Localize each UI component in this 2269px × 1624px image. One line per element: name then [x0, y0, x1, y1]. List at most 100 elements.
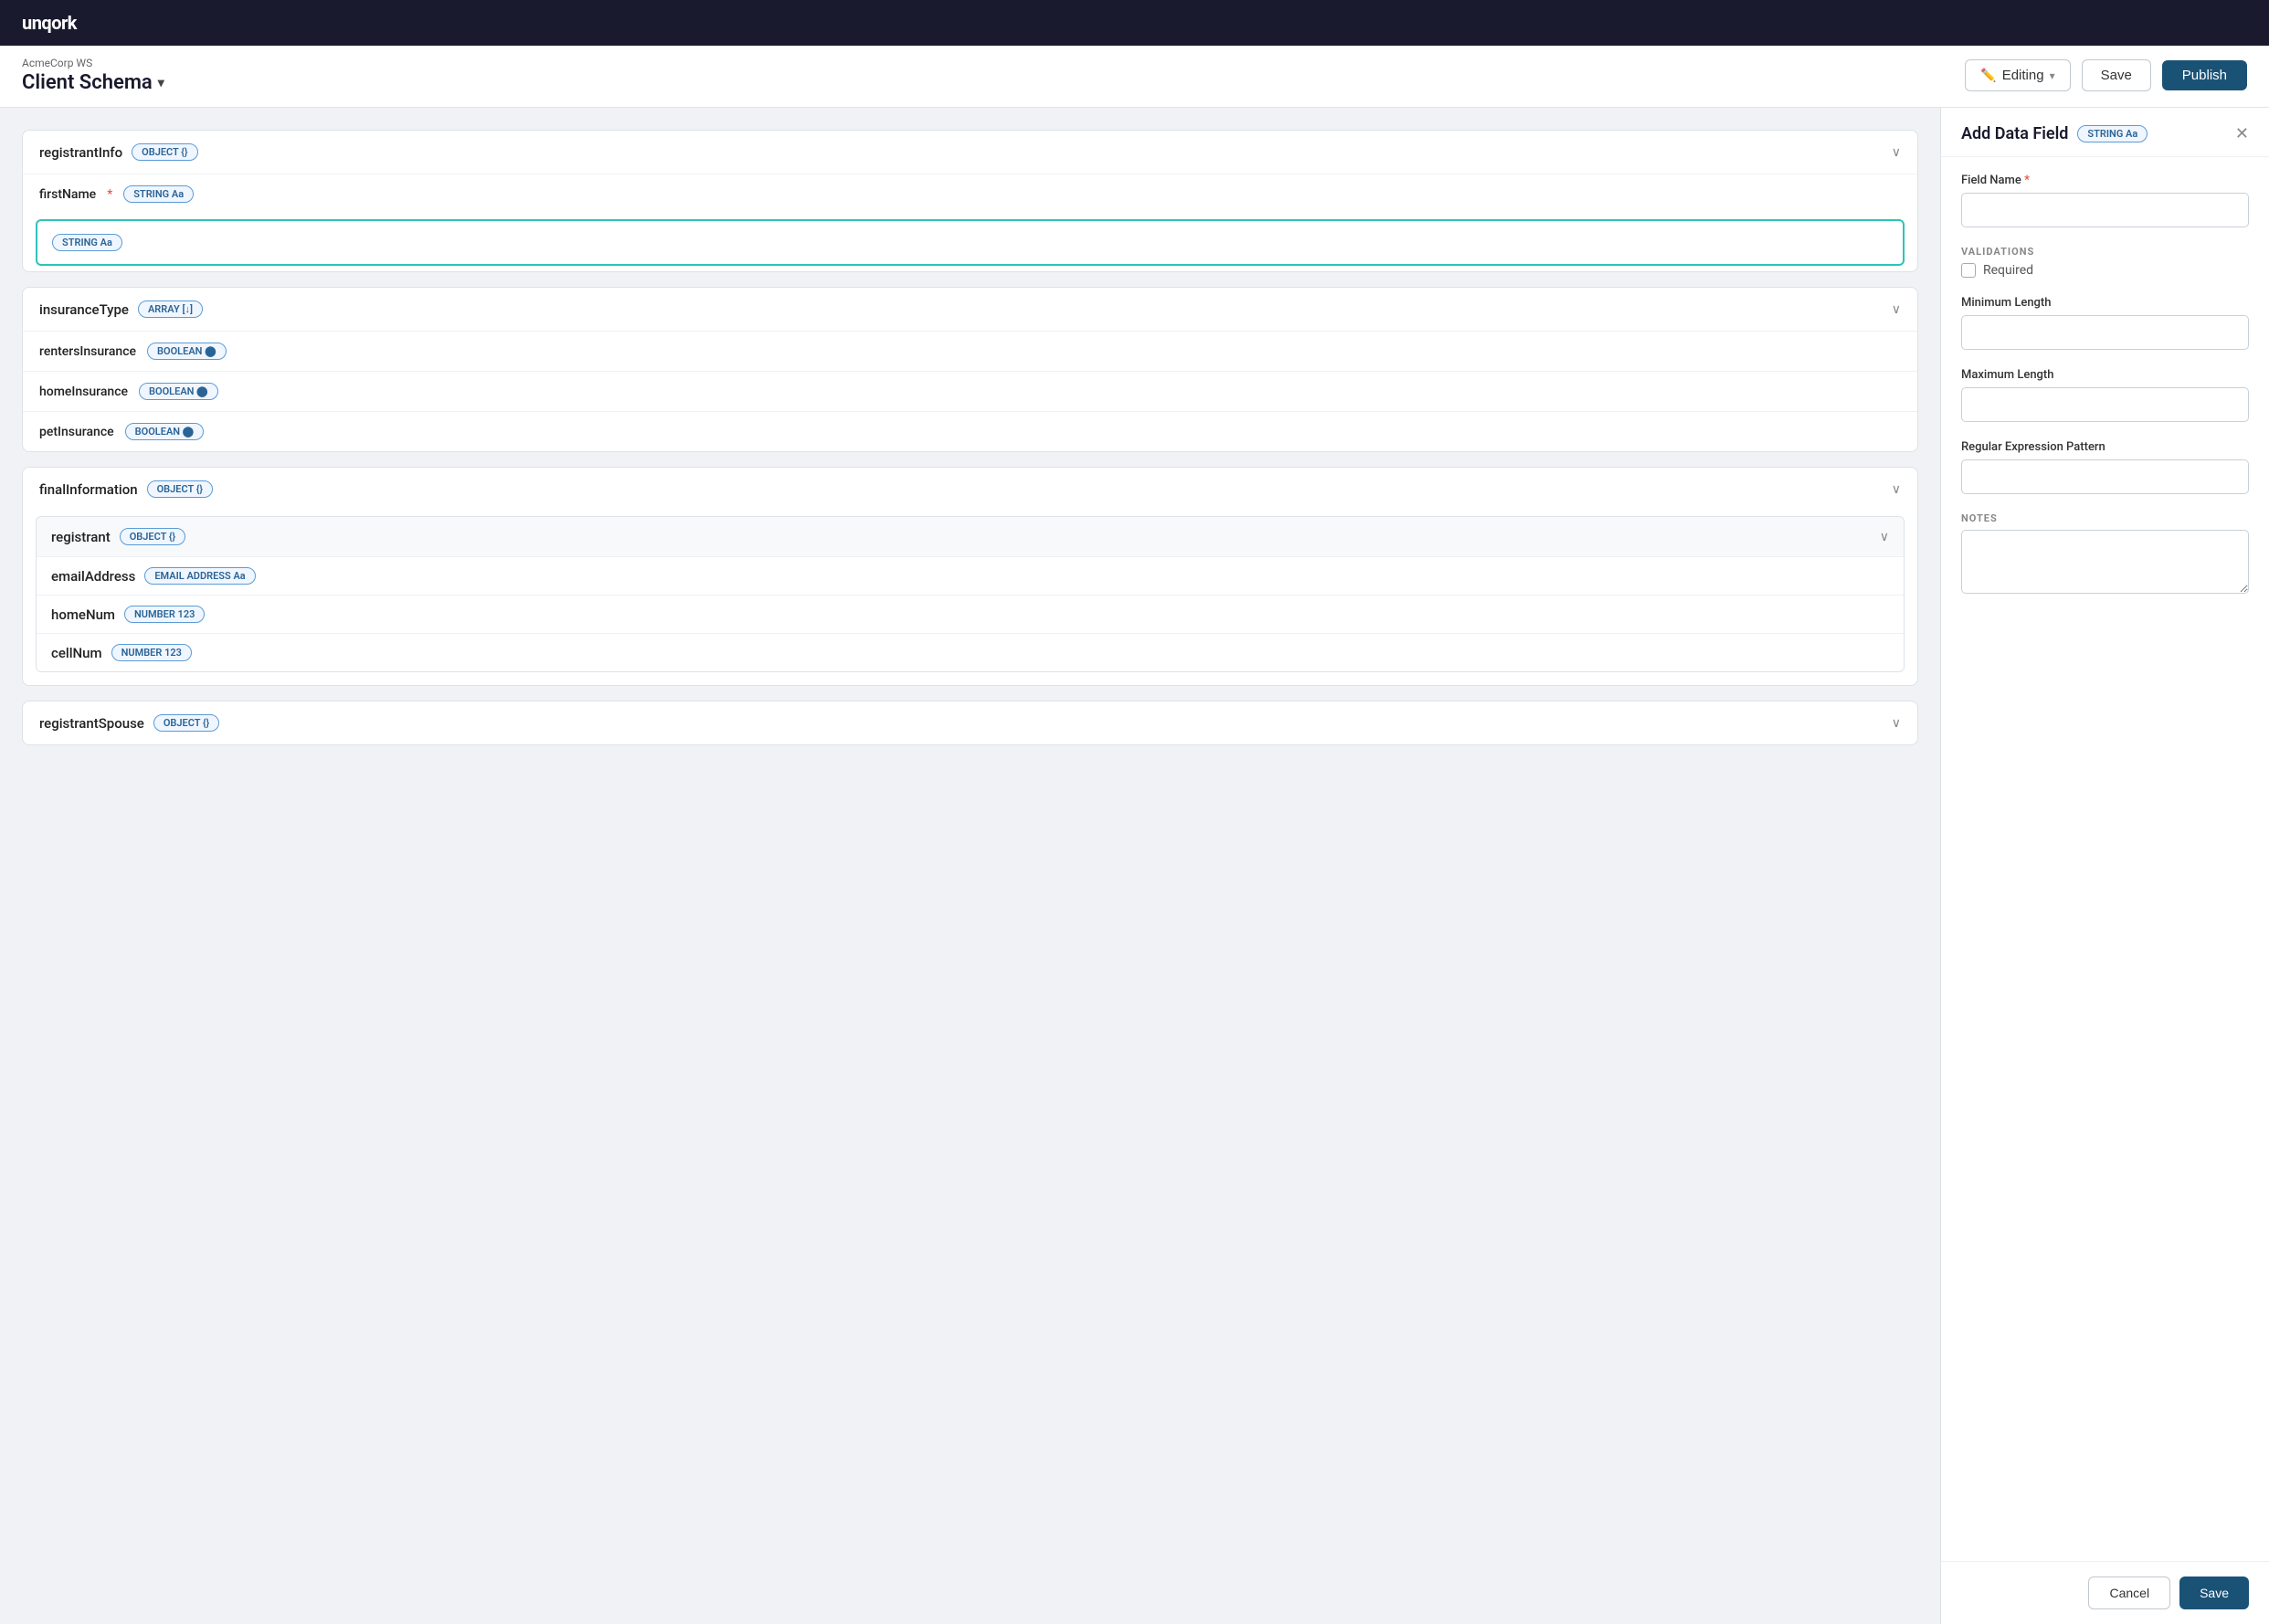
collapse-icon-spouse[interactable]: ∨ — [1892, 716, 1901, 731]
editing-label: Editing — [2002, 68, 2044, 83]
type-badge-boolean-pet: BOOLEAN ⬤ — [125, 423, 204, 440]
field-name-registrantInfo: registrantInfo — [39, 144, 122, 161]
required-star: * — [107, 187, 112, 202]
publish-button[interactable]: Publish — [2162, 60, 2247, 90]
field-name-home: homeInsurance — [39, 385, 128, 399]
save-field-button[interactable]: Save — [2179, 1577, 2249, 1609]
field-name-firstName: firstName — [39, 187, 96, 202]
field-row-emailAddress: emailAddress EMAIL ADDRESS Aa — [37, 556, 1904, 595]
field-name-label: Field Name * — [1961, 174, 2249, 187]
type-badge-string-active: STRING Aa — [52, 234, 122, 251]
notes-section-title: NOTES — [1961, 512, 2249, 524]
nested-block-header: registrant OBJECT {} ∨ — [37, 517, 1904, 556]
validations-section-title: VALIDATIONS — [1961, 246, 2249, 258]
field-row-homeNum: homeNum NUMBER 123 — [37, 595, 1904, 633]
header-right: ✏️ Editing ▾ Save Publish — [1965, 59, 2247, 91]
close-icon[interactable]: ✕ — [2235, 124, 2249, 143]
page-title-text: Client Schema — [22, 71, 153, 94]
schema-block-header-left-spouse: registrantSpouse OBJECT {} — [39, 714, 219, 732]
min-length-input[interactable] — [1961, 315, 2249, 350]
schema-block-header-spouse: registrantSpouse OBJECT {} ∨ — [23, 701, 1917, 744]
top-nav: unqork — [0, 0, 2269, 46]
sub-header: AcmeCorp WS Client Schema ▾ ✏️ Editing ▾… — [0, 46, 2269, 108]
schema-block-registrantSpouse: registrantSpouse OBJECT {} ∨ — [22, 701, 1918, 745]
type-badge-object-final: OBJECT {} — [147, 480, 213, 498]
regex-input[interactable] — [1961, 459, 2249, 494]
field-name-input[interactable] — [1961, 193, 2249, 227]
type-badge-email: EMAIL ADDRESS Aa — [144, 567, 255, 585]
field-name-finalInformation: finalInformation — [39, 481, 138, 498]
schema-block-registrantInfo: registrantInfo OBJECT {} ∨ firstName * S… — [22, 130, 1918, 272]
type-badge-string: STRING Aa — [123, 185, 194, 203]
add-data-field-title: Add Data Field — [1961, 124, 2068, 143]
collapse-icon-insurance[interactable]: ∨ — [1892, 302, 1901, 317]
right-panel-title: Add Data Field STRING Aa — [1961, 124, 2148, 143]
field-name-homeNum: homeNum — [51, 606, 115, 623]
right-panel-body: Field Name * VALIDATIONS Required Minimu… — [1941, 157, 2269, 1561]
page-title: Client Schema ▾ — [22, 71, 164, 94]
type-badge-object: OBJECT {} — [132, 143, 197, 161]
schema-block-header: registrantInfo OBJECT {} ∨ — [23, 131, 1917, 174]
collapse-icon-registrant[interactable]: ∨ — [1880, 530, 1889, 544]
nested-block-registrant: registrant OBJECT {} ∨ emailAddress EMAI… — [36, 516, 1905, 672]
cancel-button[interactable]: Cancel — [2088, 1577, 2170, 1609]
schema-block-header-left-final: finalInformation OBJECT {} — [39, 480, 213, 498]
type-badge-number-cell: NUMBER 123 — [111, 644, 192, 661]
form-group-min-length: Minimum Length — [1961, 296, 2249, 350]
right-panel-header: Add Data Field STRING Aa ✕ — [1941, 108, 2269, 157]
left-panel: registrantInfo OBJECT {} ∨ firstName * S… — [0, 108, 1940, 1624]
collapse-icon[interactable]: ∨ — [1892, 145, 1901, 160]
type-badge-object-spouse: OBJECT {} — [153, 714, 219, 732]
notes-textarea[interactable] — [1961, 530, 2249, 594]
field-name-registrantSpouse: registrantSpouse — [39, 715, 144, 732]
schema-block-insuranceType: insuranceType ARRAY [↓] ∨ rentersInsuran… — [22, 287, 1918, 452]
field-row-rentersInsurance: rentersInsurance BOOLEAN ⬤ — [23, 331, 1917, 371]
header-left: AcmeCorp WS Client Schema ▾ — [22, 57, 164, 94]
type-badge-boolean-home: BOOLEAN ⬤ — [139, 383, 217, 400]
max-length-input[interactable] — [1961, 387, 2249, 422]
required-checkbox[interactable] — [1961, 263, 1976, 278]
field-name-emailAddress: emailAddress — [51, 568, 135, 585]
field-name-registrant: registrant — [51, 529, 111, 545]
field-name-cellNum: cellNum — [51, 645, 102, 661]
pencil-icon: ✏️ — [1980, 68, 1996, 83]
schema-block-finalInformation: finalInformation OBJECT {} ∨ registrant … — [22, 467, 1918, 686]
field-row-petInsurance: petInsurance BOOLEAN ⬤ — [23, 411, 1917, 451]
caret-down-icon: ▾ — [2050, 69, 2055, 82]
required-checkbox-row: Required — [1961, 263, 2249, 278]
right-panel-footer: Cancel Save — [1941, 1561, 2269, 1624]
type-badge-array: ARRAY [↓] — [138, 301, 203, 318]
form-group-notes: NOTES — [1961, 512, 2249, 594]
field-row-firstName: firstName * STRING Aa — [23, 174, 1917, 214]
required-star-field: * — [2024, 174, 2030, 187]
min-length-label: Minimum Length — [1961, 296, 2249, 310]
field-name-renters: rentersInsurance — [39, 344, 136, 359]
field-name-insuranceType: insuranceType — [39, 301, 129, 318]
type-badge-number-home: NUMBER 123 — [124, 606, 205, 623]
field-row-cellNum: cellNum NUMBER 123 — [37, 633, 1904, 671]
type-badge-object-registrant: OBJECT {} — [120, 528, 185, 545]
schema-block-header-insurance: insuranceType ARRAY [↓] ∨ — [23, 288, 1917, 331]
breadcrumb: AcmeCorp WS — [22, 57, 164, 69]
editing-button[interactable]: ✏️ Editing ▾ — [1965, 59, 2070, 91]
collapse-icon-final[interactable]: ∨ — [1892, 482, 1901, 497]
field-name-pet: petInsurance — [39, 425, 114, 439]
right-panel: Add Data Field STRING Aa ✕ Field Name * … — [1940, 108, 2269, 1624]
form-group-validations: VALIDATIONS Required — [1961, 246, 2249, 278]
type-badge-string-panel: STRING Aa — [2077, 125, 2148, 142]
regex-label: Regular Expression Pattern — [1961, 440, 2249, 454]
type-badge-boolean-renters: BOOLEAN ⬤ — [147, 343, 226, 360]
form-group-max-length: Maximum Length — [1961, 368, 2249, 422]
max-length-label: Maximum Length — [1961, 368, 2249, 382]
form-group-regex: Regular Expression Pattern — [1961, 440, 2249, 494]
schema-block-header-final: finalInformation OBJECT {} ∨ — [23, 468, 1917, 511]
schema-block-header-left-insurance: insuranceType ARRAY [↓] — [39, 301, 203, 318]
main-layout: registrantInfo OBJECT {} ∨ firstName * S… — [0, 108, 2269, 1624]
schema-block-header-left: registrantInfo OBJECT {} — [39, 143, 198, 161]
required-checkbox-label: Required — [1983, 263, 2033, 278]
active-field-row[interactable]: STRING Aa — [36, 219, 1905, 266]
chevron-down-icon[interactable]: ▾ — [158, 76, 164, 90]
save-button[interactable]: Save — [2082, 59, 2151, 91]
field-row-homeInsurance: homeInsurance BOOLEAN ⬤ — [23, 371, 1917, 411]
form-group-field-name: Field Name * — [1961, 174, 2249, 227]
